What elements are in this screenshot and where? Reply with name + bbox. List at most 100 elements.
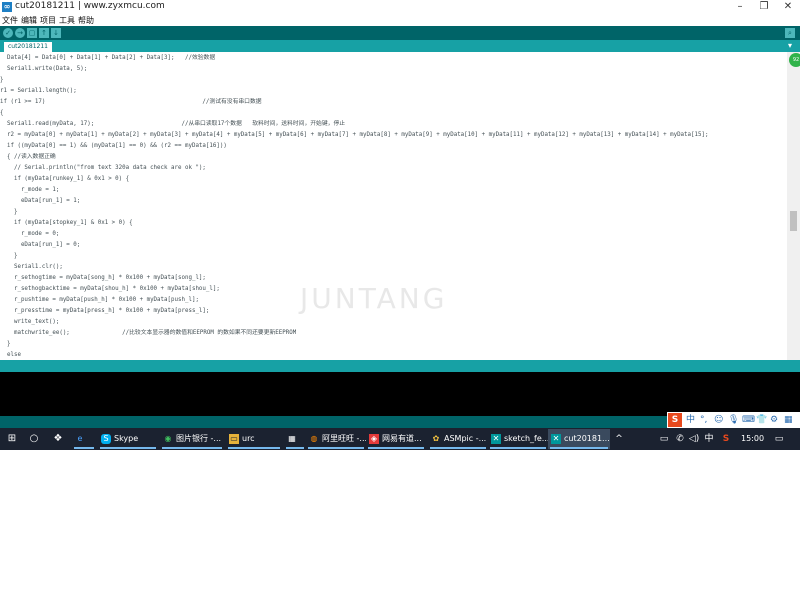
- task-label: 阿里旺旺 -...: [322, 434, 368, 443]
- ime-skin-icon[interactable]: 👕: [756, 414, 767, 426]
- code-line: write_text();: [0, 319, 60, 325]
- task-view-icon[interactable]: ❖: [48, 428, 68, 450]
- editor-scrollbar[interactable]: [787, 52, 800, 360]
- window-title: cut20181211 | www.zyxmcu.com: [15, 1, 165, 11]
- code-line: matchwrite_ee(); //比较文本显示器的数值和EEPROM 的数如…: [0, 330, 297, 336]
- code-line: Data[4] = Data[0] + Data[1] + Data[2] + …: [0, 55, 216, 61]
- clock[interactable]: 15:00: [741, 428, 764, 450]
- code-line: r_pushtime = myData[push_h] * 0x100 + my…: [0, 297, 199, 303]
- task-sketch[interactable]: ✕ sketch_fe...: [488, 429, 550, 449]
- taskbar: ⊞ ○ ❖ e S Skype ◉ 图片银行 -... ▭ urc ▦ ◍ 阿里…: [0, 428, 800, 450]
- ime-toolbar: S 中 °, ☺ 🎙 ⌨ 👕 ⚙ ▦: [667, 412, 800, 428]
- menu-project[interactable]: 项目: [40, 15, 56, 26]
- menu-tools[interactable]: 工具: [59, 15, 75, 26]
- task-indicator: [430, 447, 486, 449]
- task-label: sketch_fe...: [504, 434, 550, 443]
- code-line: r_presstime = myData[press_h] * 0x100 + …: [0, 308, 210, 314]
- tab-menu-button[interactable]: ▾: [785, 41, 795, 50]
- aliwangwang-icon: ◍: [310, 434, 318, 443]
- code-line: eData[run_1] = 1;: [0, 198, 81, 204]
- code-line: // Serial.println("from text 320a data c…: [0, 165, 206, 171]
- ime-settings-icon[interactable]: ⚙: [770, 414, 778, 426]
- start-button[interactable]: ⊞: [2, 428, 22, 450]
- menu-bar: 文件 编辑 项目 工具 帮助: [0, 14, 800, 26]
- task-label: 图片银行 -...: [176, 434, 222, 443]
- floating-widget[interactable]: 92: [789, 53, 800, 67]
- ime-punctuation-icon[interactable]: °,: [700, 414, 707, 426]
- code-line: r_mode = 0;: [0, 231, 60, 237]
- code-line: Serial1.clr();: [0, 264, 63, 270]
- upload-button[interactable]: →: [15, 28, 25, 38]
- restore-button[interactable]: ❐: [752, 0, 776, 14]
- code-line: Serial1.read(myData, 17); //从串口读取17个数据 软…: [0, 121, 346, 127]
- calculator-icon: ▦: [288, 434, 296, 443]
- title-bar: ∞ cut20181211 | www.zyxmcu.com – ❐ ✕: [0, 0, 800, 14]
- menu-edit[interactable]: 编辑: [21, 15, 37, 26]
- task-label: ASMpic -...: [444, 434, 487, 443]
- watermark: JUNTANG: [300, 282, 448, 315]
- task-youdao[interactable]: ◈ 网易有道...: [366, 429, 426, 449]
- task-label: urc: [242, 434, 255, 443]
- code-editor[interactable]: JUNTANG Data[4] = Data[0] + Data[1] + Da…: [0, 52, 787, 360]
- verify-button[interactable]: ✓: [3, 28, 13, 38]
- battery-icon[interactable]: ▭: [657, 428, 671, 450]
- chrome-icon: ◉: [164, 434, 172, 443]
- task-calculator[interactable]: ▦: [284, 429, 306, 449]
- folder-icon: ▭: [229, 434, 239, 444]
- task-skype[interactable]: S Skype: [98, 429, 158, 449]
- code-line: {: [0, 110, 4, 116]
- search-icon[interactable]: ○: [24, 428, 44, 450]
- ime-toolbox-icon[interactable]: ▦: [784, 414, 793, 426]
- task-edge[interactable]: e: [72, 429, 96, 449]
- task-cut20181211[interactable]: ✕ cut20181...: [548, 429, 610, 449]
- save-button[interactable]: ↓: [51, 28, 61, 38]
- open-button[interactable]: ↑: [39, 28, 49, 38]
- input-language-indicator[interactable]: 中: [703, 428, 715, 450]
- minimize-button[interactable]: –: [728, 0, 752, 14]
- code-line: else: [0, 352, 21, 358]
- new-button[interactable]: ▢: [27, 28, 37, 38]
- code-line: if ((myData[0] == 1) && (myData[1] == 0)…: [0, 143, 227, 149]
- task-indicator: [550, 447, 608, 449]
- wifi-icon[interactable]: ✆: [673, 428, 687, 450]
- sogou-logo-icon[interactable]: S: [668, 413, 682, 427]
- editor-scrollbar-thumb[interactable]: [790, 211, 797, 231]
- close-button[interactable]: ✕: [776, 0, 800, 14]
- task-indicator: [368, 447, 424, 449]
- task-indicator: [100, 447, 156, 449]
- serial-monitor-button[interactable]: ⌕: [785, 28, 795, 38]
- task-label: cut20181...: [564, 434, 610, 443]
- tab-cut20181211[interactable]: cut20181211: [4, 42, 52, 52]
- asmpic-icon: ✿: [432, 434, 440, 443]
- volume-icon[interactable]: ◁): [687, 428, 701, 450]
- task-indicator: [162, 447, 222, 449]
- ime-lang-toggle[interactable]: 中: [686, 414, 695, 426]
- notification-icon[interactable]: ▭: [772, 428, 786, 450]
- code-line: if (r1 >= 17) //测试有没有串口数据: [0, 99, 262, 105]
- task-urc[interactable]: ▭ urc: [226, 429, 282, 449]
- sogou-tray-icon[interactable]: S: [719, 428, 733, 450]
- code-line: eData[run_1] = 0;: [0, 242, 81, 248]
- arduino-icon: ✕: [491, 434, 501, 444]
- code-line: r_sethogtime = myData[song_h] * 0x100 + …: [0, 275, 206, 281]
- task-aliwangwang[interactable]: ◍ 阿里旺旺 -...: [306, 429, 368, 449]
- code-line: r_sethogbacktime = myData[shou_h] * 0x10…: [0, 286, 220, 292]
- task-indicator: [286, 447, 304, 449]
- toolbar: ✓ → ▢ ↑ ↓ ⌕: [0, 26, 800, 40]
- task-image-bank[interactable]: ◉ 图片银行 -...: [160, 429, 224, 449]
- code-line: if (myData[runkey_1] & 0x1 > 0) {: [0, 176, 130, 182]
- menu-help[interactable]: 帮助: [78, 15, 94, 26]
- ime-voice-icon[interactable]: 🎙: [728, 414, 739, 426]
- code-line: if (myData[stopkey_1] & 0x1 > 0) {: [0, 220, 133, 226]
- code-line: r2 = myData[0] + myData[1] + myData[2] +…: [0, 132, 709, 138]
- ime-keyboard-icon[interactable]: ⌨: [742, 414, 755, 426]
- code-line: { //读入数据正确: [0, 154, 56, 160]
- task-indicator: [74, 447, 94, 449]
- menu-file[interactable]: 文件: [2, 15, 18, 26]
- status-strip: [0, 360, 800, 372]
- ime-emoji-icon[interactable]: ☺: [714, 414, 723, 426]
- edge-icon: e: [77, 434, 83, 443]
- show-hidden-icons-button[interactable]: ^: [613, 428, 625, 450]
- task-asmpic[interactable]: ✿ ASMpic -...: [428, 429, 488, 449]
- code-line: }: [0, 341, 11, 347]
